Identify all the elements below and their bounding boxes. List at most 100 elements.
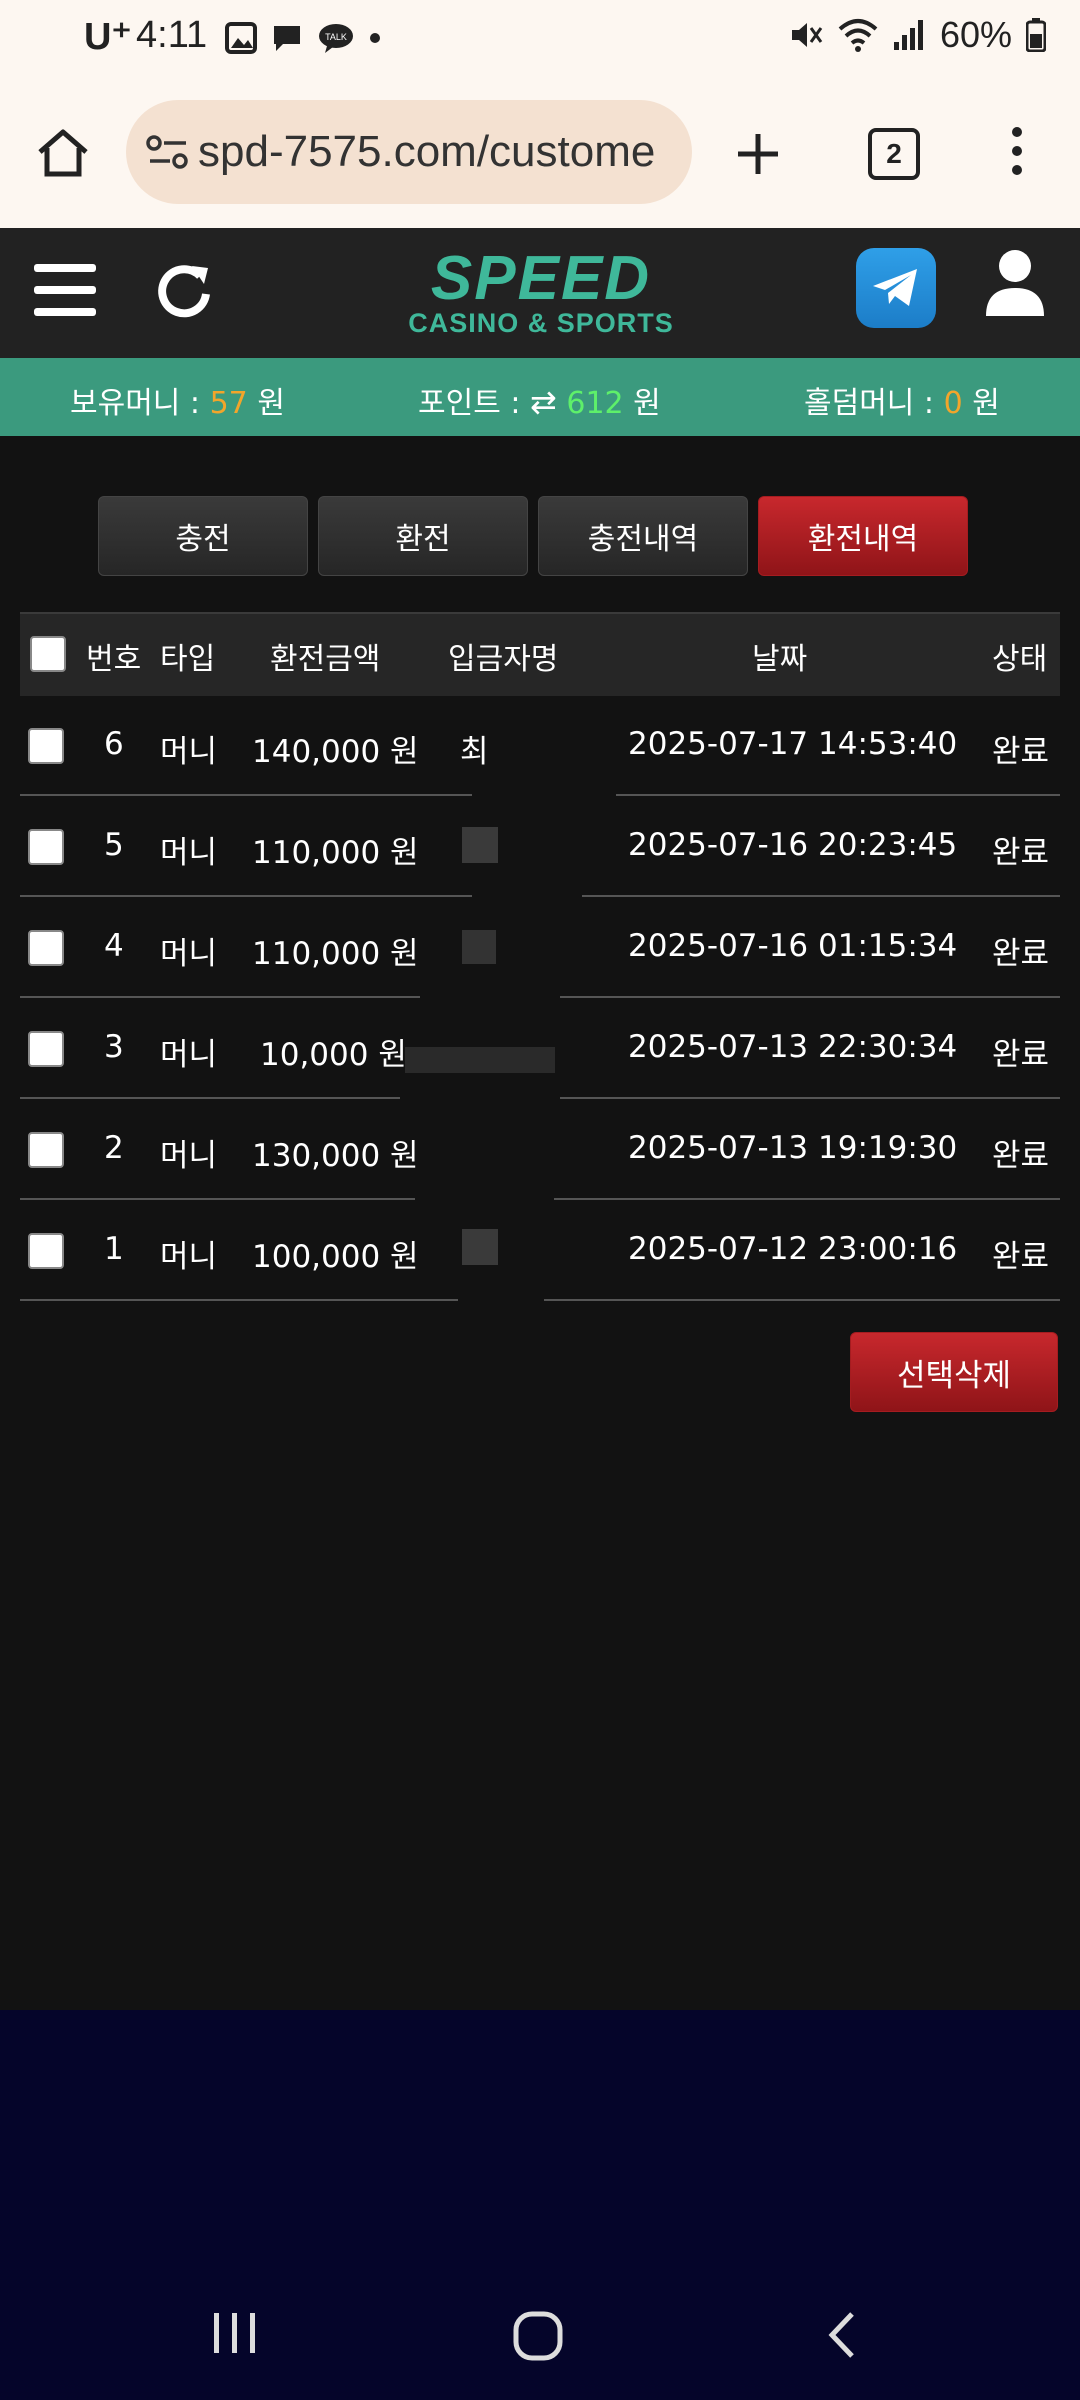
point-label: 포인트 :: [418, 386, 521, 421]
row-checkbox[interactable]: [28, 930, 64, 966]
redacted-block: [462, 930, 496, 964]
table-row: 3 머니 10,000 원 2025-07-13 22:30:34 완료: [20, 999, 1060, 1099]
telegram-button[interactable]: [856, 248, 936, 328]
point-unit: 원: [633, 386, 661, 421]
row-divider: [20, 794, 472, 796]
table-row: 5 머니 110,000 원 2025-07-16 20:23:45 완료: [20, 797, 1060, 897]
menu-icon[interactable]: [34, 262, 96, 318]
row-no: 4: [104, 928, 124, 964]
address-bar[interactable]: spd-7575.com/custome: [126, 100, 692, 204]
row-status: 완료: [992, 1138, 1050, 1174]
redaction-gap: [472, 895, 582, 897]
row-checkbox[interactable]: [28, 829, 64, 865]
mute-icon: [791, 23, 823, 47]
row-depositor: 최: [460, 734, 489, 770]
delete-selected-button[interactable]: 선택삭제: [850, 1332, 1058, 1412]
money-balance: 보유머니 : 57 원: [70, 378, 285, 422]
logo-sub: CASINO & SPORTS: [408, 308, 674, 338]
redacted-block: [405, 1047, 555, 1073]
balance-bar: 보유머니 : 57 원 포인트 : ⇄ 612 원 홀덤머니 : 0 원: [0, 358, 1080, 436]
battery-percent: 60%: [939, 14, 1012, 55]
browser-toolbar: spd-7575.com/custome 2: [0, 76, 1080, 230]
dot-icon: [370, 33, 380, 43]
row-type: 머니: [160, 1239, 218, 1275]
battery-icon: [1026, 18, 1046, 52]
holdem-label: 홀덤머니 :: [804, 386, 935, 421]
row-no: 5: [104, 827, 124, 863]
row-date: 2025-07-12 23:00:16: [628, 1231, 958, 1267]
notification-icons: TALK: [225, 22, 381, 54]
new-tab-icon[interactable]: [736, 132, 780, 176]
row-status: 완료: [992, 835, 1050, 871]
point-value: 612: [566, 386, 624, 421]
tab-deposit-history[interactable]: 충전내역: [538, 496, 748, 576]
row-divider: [20, 1097, 400, 1099]
row-type: 머니: [160, 734, 218, 770]
row-checkbox[interactable]: [28, 1233, 64, 1269]
row-type: 머니: [160, 1138, 218, 1174]
row-checkbox[interactable]: [28, 728, 64, 764]
site-settings-icon[interactable]: [146, 134, 190, 170]
money-unit: 원: [257, 386, 285, 421]
tab-switcher-button[interactable]: 2: [868, 128, 920, 180]
row-checkbox[interactable]: [28, 1031, 64, 1067]
point-balance: 포인트 : ⇄ 612 원: [418, 378, 661, 422]
row-amount: 110,000 원: [252, 835, 419, 871]
row-divider: [616, 794, 1060, 796]
telegram-icon: [873, 269, 917, 306]
back-icon[interactable]: [824, 2310, 858, 2360]
redacted-block: [462, 1229, 498, 1265]
row-divider: [20, 1198, 415, 1200]
row-amount: 110,000 원: [252, 936, 419, 972]
row-no: 1: [104, 1231, 124, 1267]
tab-withdraw-history[interactable]: 환전내역: [758, 496, 968, 576]
site-header: SPEED CASINO & SPORTS: [0, 228, 1080, 358]
home-nav-icon[interactable]: [512, 2310, 564, 2362]
row-amount: 100,000 원: [252, 1239, 419, 1275]
money-value: 57: [209, 386, 248, 421]
holdem-balance: 홀덤머니 : 0 원: [804, 378, 1000, 422]
gallery-icon: [225, 22, 257, 54]
row-no: 2: [104, 1130, 124, 1166]
svg-text:TALK: TALK: [325, 32, 347, 42]
row-type: 머니: [160, 835, 218, 871]
table-row: 1 머니 100,000 원 2025-07-12 23:00:16 완료: [20, 1201, 1060, 1301]
recent-apps-icon[interactable]: [212, 2310, 258, 2356]
row-date: 2025-07-16 01:15:34: [628, 928, 958, 964]
header-no: 번호: [86, 642, 142, 677]
row-amount: 10,000 원: [260, 1037, 407, 1073]
user-icon[interactable]: [984, 248, 1046, 318]
row-status: 완료: [992, 936, 1050, 972]
holdem-value: 0: [943, 386, 963, 421]
select-all-checkbox[interactable]: [30, 636, 66, 672]
row-divider: [20, 1299, 458, 1301]
home-icon[interactable]: [36, 128, 90, 178]
row-type: 머니: [160, 1037, 218, 1073]
row-divider: [20, 996, 420, 998]
main-content: 충전 환전 충전내역 환전내역 번호 타입 환전금액 입금자명 날짜 상태 6 …: [0, 436, 1080, 2010]
holdem-unit: 원: [972, 386, 1000, 421]
url-text: spd-7575.com/custome: [198, 127, 656, 176]
header-date: 날짜: [752, 642, 808, 677]
more-menu-icon[interactable]: [1010, 126, 1024, 176]
row-date: 2025-07-17 14:53:40: [628, 726, 958, 762]
status-bar: U⁺ 4:11 TALK 60%: [0, 0, 1080, 76]
wifi-icon: [838, 19, 878, 52]
row-checkbox[interactable]: [28, 1132, 64, 1168]
row-divider: [560, 1097, 1060, 1099]
site-logo[interactable]: SPEED CASINO & SPORTS: [398, 244, 684, 342]
header-status: 상태: [992, 642, 1048, 677]
tab-count: 2: [886, 138, 902, 169]
row-status: 완료: [992, 1037, 1050, 1073]
row-no: 3: [104, 1029, 124, 1065]
point-convert-icon[interactable]: ⇄: [530, 383, 557, 421]
row-date: 2025-07-13 22:30:34: [628, 1029, 958, 1065]
row-status: 완료: [992, 734, 1050, 770]
table-header: 번호 타입 환전금액 입금자명 날짜 상태: [20, 612, 1060, 696]
logo-main: SPEED: [430, 244, 652, 313]
tab-deposit[interactable]: 충전: [98, 496, 308, 576]
refresh-icon[interactable]: [154, 260, 214, 320]
kakaotalk-icon: TALK: [319, 24, 353, 53]
tab-withdraw[interactable]: 환전: [318, 496, 528, 576]
row-amount: 130,000 원: [252, 1138, 419, 1174]
